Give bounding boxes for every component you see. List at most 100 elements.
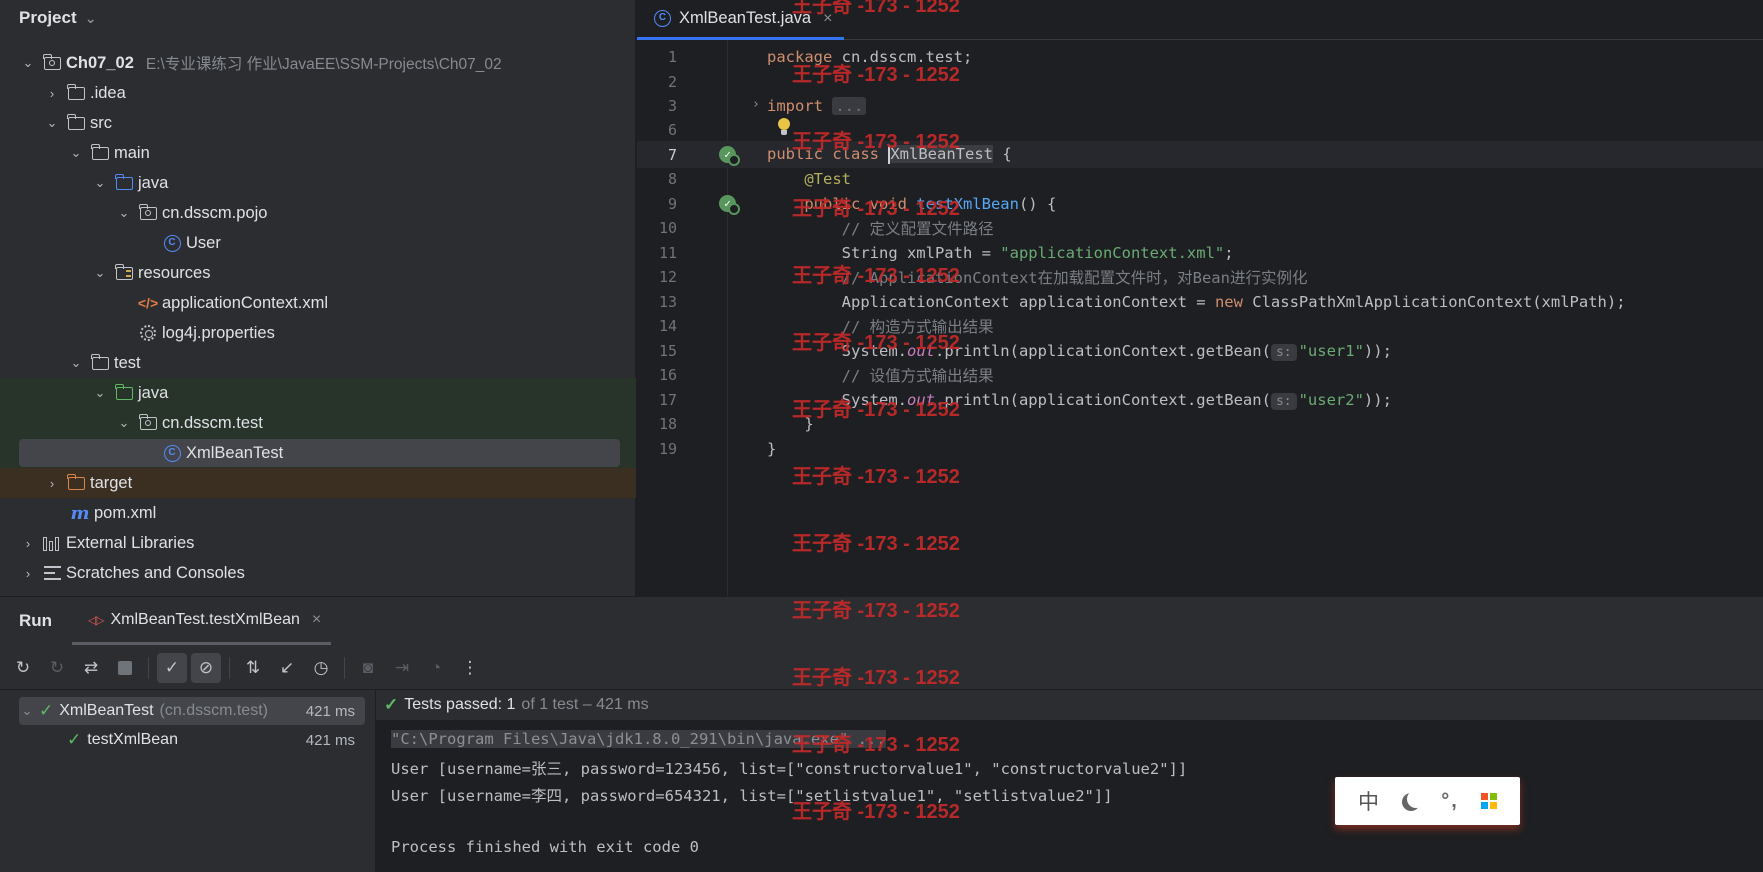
code-comment: // 定义配置文件路径 <box>841 219 994 238</box>
test-class-name: XmlBeanTest <box>59 702 154 719</box>
tree-item-resources[interactable]: ⌄ resources <box>0 258 636 288</box>
package-icon <box>138 203 158 222</box>
tree-item-src[interactable]: ⌄ src <box>0 108 636 138</box>
tree-item-package-pojo[interactable]: ⌄ cn.dsscm.pojo <box>0 198 636 228</box>
line-number: 6 <box>667 120 677 139</box>
tree-item-main-java[interactable]: ⌄ java <box>0 168 636 198</box>
rerun-failed-icon[interactable]: ↻ <box>42 653 72 683</box>
collapse-arrow-icon[interactable]: › <box>44 86 60 101</box>
console-output[interactable]: ✓ Tests passed: 1 of 1 test – 421 ms "C:… <box>376 689 1763 872</box>
tree-item-scratches[interactable]: › Scratches and Consoles <box>0 558 636 588</box>
sort-icon[interactable]: ⇅ <box>238 653 268 683</box>
tree-item-ch07-02[interactable]: ⌄ Ch07_02 E:\专业课练习 作业\JavaEE\SSM-Project… <box>0 48 636 78</box>
expand-arrow-icon[interactable]: ⌄ <box>44 115 60 131</box>
tree-item-test-java[interactable]: ⌄ java <box>0 378 636 408</box>
code-token: String xmlPath = <box>841 243 1001 262</box>
tree-item-xmlbeantest[interactable]: C XmlBeanTest <box>0 438 636 468</box>
collapse-arrow-icon[interactable]: › <box>44 476 60 491</box>
project-panel: Project ⌄ ⌄ Ch07_02 E:\专业课练习 作业\JavaEE\S… <box>0 0 636 596</box>
line-number: 12 <box>658 267 677 286</box>
code-line: 9 ✓ public void testXmlBean() { <box>637 190 1763 217</box>
run-config-tab[interactable]: ◁▷ XmlBeanTest.testXmlBean × <box>72 597 332 645</box>
stop-icon[interactable] <box>110 653 140 683</box>
run-panel-title: Run <box>19 611 53 630</box>
code-line: 2 <box>637 68 1763 95</box>
expand-arrow-icon[interactable]: ⌄ <box>116 205 132 221</box>
expand-arrow-icon[interactable]: ⌄ <box>116 415 132 431</box>
code-token: @Test <box>804 169 851 188</box>
moon-icon[interactable] <box>1407 790 1425 808</box>
code-line: 1 package cn.dsscm.test; <box>637 43 1763 70</box>
code-comment: // 设值方式输出结果 <box>841 366 994 385</box>
code-line: 18 } <box>637 410 1763 437</box>
tree-item-label: cn.dsscm.test <box>162 413 263 432</box>
tree-item-target[interactable]: › target <box>0 468 636 498</box>
expand-arrow-icon[interactable]: ⌄ <box>92 385 108 401</box>
tree-item-label: Ch07_02 <box>66 53 134 72</box>
excluded-folder-icon <box>66 473 86 492</box>
close-icon[interactable]: × <box>823 10 832 28</box>
tree-item-pom-xml[interactable]: m pom.xml <box>0 498 636 528</box>
code-string: "user2" <box>1298 390 1364 409</box>
tree-item-main[interactable]: ⌄ main <box>0 138 636 168</box>
tree-item-label: main <box>114 143 150 162</box>
run-test-icon[interactable]: ✓ <box>719 195 740 215</box>
tree-item-package-test[interactable]: ⌄ cn.dsscm.test <box>0 408 636 438</box>
test-result-class[interactable]: ⌄ ✓ XmlBeanTest (cn.dsscm.test) 421 ms <box>19 697 365 725</box>
ime-punctuation-toggle[interactable]: °, <box>1441 790 1459 813</box>
code-line: 11 String xmlPath = "applicationContext.… <box>637 239 1763 266</box>
export-icon[interactable]: ⇥ <box>387 653 417 683</box>
tree-item-label: User <box>186 233 221 252</box>
code-area[interactable]: 1 package cn.dsscm.test; 2 3 › import ..… <box>637 40 1763 596</box>
tree-item-label: java <box>138 383 169 402</box>
tree-item-user-class[interactable]: C User <box>0 228 636 258</box>
lightbulb-icon[interactable] <box>777 118 791 138</box>
history-icon[interactable]: ◷ <box>306 653 336 683</box>
coverage-icon[interactable]: ◔ <box>421 653 451 683</box>
line-number: 7 <box>667 145 677 164</box>
expand-arrow-icon[interactable]: ⌄ <box>92 265 108 281</box>
windows-logo-icon[interactable] <box>1480 793 1497 809</box>
show-passed-icon[interactable]: ✓ <box>157 653 187 683</box>
expand-arrow-icon[interactable]: ⌄ <box>68 145 84 161</box>
line-number: 2 <box>667 72 677 91</box>
test-result-method[interactable]: ✓ testXmlBean 421 ms <box>19 726 365 754</box>
folded-imports[interactable]: ... <box>832 96 867 115</box>
more-options-icon[interactable]: ⋮ <box>455 653 485 683</box>
line-number: 16 <box>658 365 677 384</box>
collapse-arrow-icon[interactable]: › <box>20 536 36 551</box>
expand-arrow-icon[interactable]: ⌄ <box>92 175 108 191</box>
toggle-auto-test-icon[interactable]: ⇄ <box>76 653 106 683</box>
tree-item-idea[interactable]: › .idea <box>0 78 636 108</box>
tree-item-external-libraries[interactable]: › External Libraries <box>0 528 636 558</box>
tab-xmlbeantest-java[interactable]: C XmlBeanTest.java × <box>637 0 845 40</box>
show-ignored-icon[interactable]: ⊘ <box>191 653 221 683</box>
console-command-line[interactable]: "C:\Program Files\Java\jdk1.8.0_291\bin\… <box>391 730 886 748</box>
expand-arrow-icon[interactable]: ⌄ <box>19 703 35 719</box>
camera-icon[interactable]: ◙ <box>353 653 383 683</box>
code-line-current: 7 ✓ public class XmlBeanTest { <box>637 141 1763 168</box>
rerun-icon[interactable]: ↻ <box>8 653 38 683</box>
run-test-icon[interactable]: ✓ <box>719 146 740 166</box>
code-token: .println(applicationContext.getBean( <box>934 390 1271 409</box>
test-run-icon: ◁▷ <box>88 612 105 627</box>
import-tests-icon[interactable]: ↙ <box>272 653 302 683</box>
test-duration: 421 ms <box>305 702 355 720</box>
collapse-arrow-icon[interactable]: › <box>20 566 36 581</box>
tree-item-application-context-xml[interactable]: </> applicationContext.xml <box>0 288 636 318</box>
ime-language-toggle[interactable]: 中 <box>1358 786 1379 816</box>
module-path: E:\专业课练习 作业\JavaEE\SSM-Projects\Ch07_02 <box>145 56 502 73</box>
tree-item-test[interactable]: ⌄ test <box>0 348 636 378</box>
code-token: .println(applicationContext.getBean( <box>934 341 1271 360</box>
project-header[interactable]: Project ⌄ <box>19 6 99 30</box>
test-duration: 421 ms <box>305 731 355 749</box>
tree-item-label: .idea <box>90 83 126 102</box>
chevron-down-icon[interactable]: ⌄ <box>83 10 99 26</box>
toolbar-separator <box>229 657 230 679</box>
close-icon[interactable]: × <box>312 611 321 629</box>
fold-expand-icon[interactable]: › <box>752 97 760 112</box>
parameter-hint: s: <box>1270 392 1297 410</box>
expand-arrow-icon[interactable]: ⌄ <box>20 55 36 71</box>
expand-arrow-icon[interactable]: ⌄ <box>68 355 84 371</box>
tree-item-log4j-properties[interactable]: log4j.properties <box>0 318 636 348</box>
